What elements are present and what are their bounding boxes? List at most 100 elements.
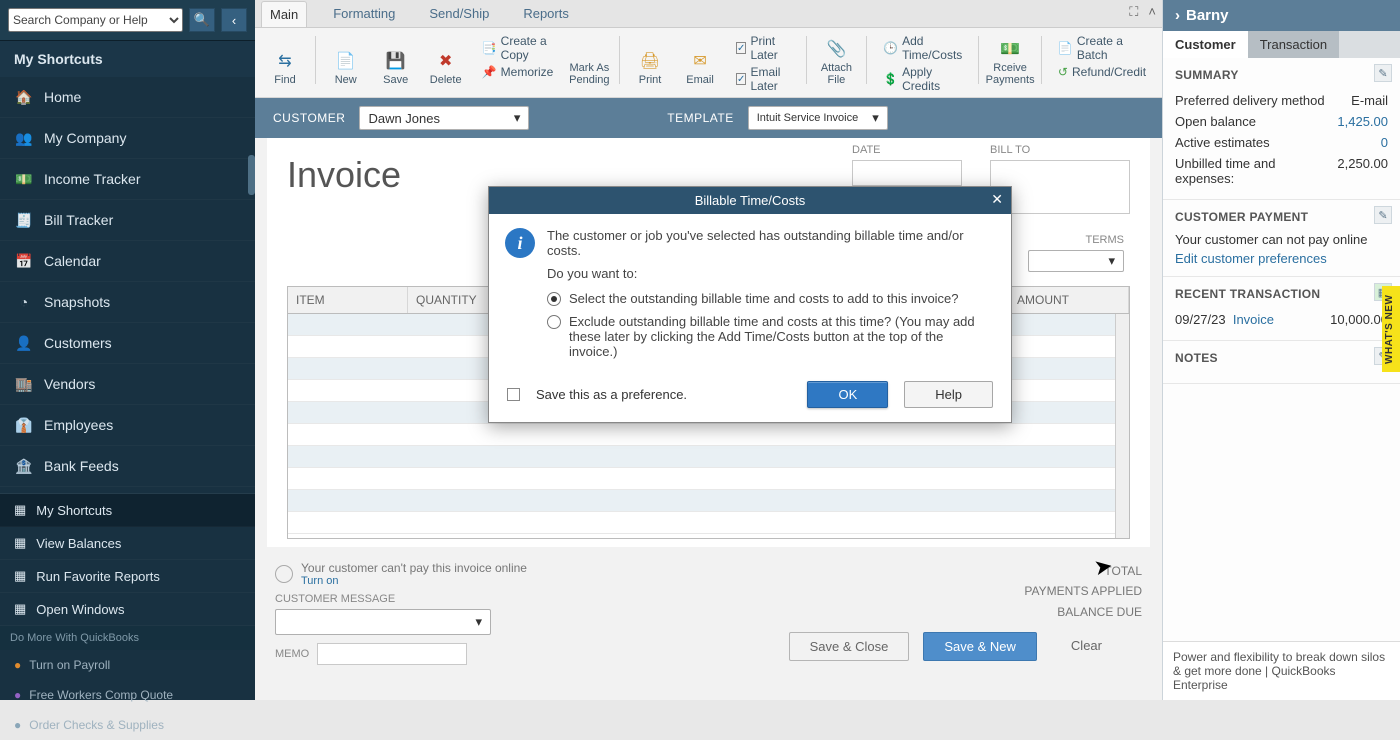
payment-status-icon xyxy=(275,565,293,583)
radio-icon xyxy=(547,315,561,329)
create-copy-button[interactable]: 📑Create a Copy xyxy=(482,34,554,62)
receive-payments-button[interactable]: 💵Rceive Payments xyxy=(987,32,1033,88)
find-button[interactable]: ⇆Find xyxy=(263,32,307,88)
memorize-button[interactable]: 📌Memorize xyxy=(482,65,554,79)
rp-tab-transaction[interactable]: Transaction xyxy=(1248,31,1339,58)
edit-summary-button[interactable]: ✎ xyxy=(1374,64,1392,82)
save-new-button[interactable]: Save & New xyxy=(923,632,1037,661)
dialog-help-button[interactable]: Help xyxy=(904,381,993,408)
promo-order-checks[interactable]: ●Order Checks & Supplies xyxy=(0,710,255,740)
print-button[interactable]: 🖨Print xyxy=(628,32,672,88)
tab-send-ship[interactable]: Send/Ship xyxy=(421,1,497,26)
sidebar-item-bill-tracker[interactable]: 🧾Bill Tracker xyxy=(0,200,255,241)
tab-main[interactable]: Main xyxy=(261,1,307,27)
rp-payment-section: ✎ CUSTOMER PAYMENT Your customer can not… xyxy=(1163,200,1400,277)
delete-button[interactable]: ✖Delete xyxy=(424,32,468,88)
income-icon: 💵 xyxy=(14,169,34,189)
payment-text: Your customer can not pay online xyxy=(1175,232,1388,247)
turn-on-link[interactable]: Turn on xyxy=(301,575,527,587)
money-icon: 💵 xyxy=(1000,39,1020,59)
dialog-titlebar[interactable]: Billable Time/Costs ✕ xyxy=(489,187,1011,214)
sidebar-bottom-view-balances[interactable]: ▦View Balances xyxy=(0,527,255,560)
sidebar-item-calendar[interactable]: 📅Calendar xyxy=(0,241,255,282)
bottom-tip: Power and flexibility to break down silo… xyxy=(1163,641,1400,700)
clear-button[interactable]: Clear xyxy=(1051,632,1122,661)
bill-icon: 🧾 xyxy=(14,210,34,230)
sidebar-item-home[interactable]: 🏠Home xyxy=(0,77,255,118)
refund-credit-button[interactable]: ↺Refund/Credit xyxy=(1058,65,1146,79)
dialog-message: The customer or job you've selected has … xyxy=(547,228,993,258)
sidebar-bottom-run-reports[interactable]: ▦Run Favorite Reports xyxy=(0,560,255,593)
copy-icon: 📑 xyxy=(482,41,497,55)
edit-preferences-link[interactable]: Edit customer preferences xyxy=(1175,251,1388,266)
memo-field[interactable] xyxy=(317,643,467,665)
chevron-down-icon: ▾ xyxy=(872,110,879,126)
right-panel-customer-name[interactable]: ›Barny xyxy=(1163,0,1400,31)
fullscreen-icon[interactable]: ⛶ xyxy=(1129,4,1138,20)
save-preference-checkbox[interactable] xyxy=(507,388,520,401)
save-close-button[interactable]: Save & Close xyxy=(789,632,910,661)
new-icon: 📄 xyxy=(336,51,356,71)
customer-dropdown[interactable]: Dawn Jones▾ xyxy=(359,106,529,130)
tab-formatting[interactable]: Formatting xyxy=(325,1,403,26)
terms-dropdown[interactable]: ▾ xyxy=(1028,250,1124,272)
print-later-toggle[interactable]: ✓Print Later xyxy=(736,34,790,62)
col-quantity[interactable]: QUANTITY xyxy=(408,287,498,313)
balance-due-label: BALANCE DUE xyxy=(789,602,1142,622)
chevron-right-icon: › xyxy=(1175,7,1180,24)
recent-title: RECENT TRANSACTION xyxy=(1175,287,1388,301)
clock-icon: 🕒 xyxy=(883,41,898,55)
template-dropdown[interactable]: Intuit Service Invoice▾ xyxy=(748,106,888,130)
add-time-costs-button[interactable]: 🕒Add Time/Costs xyxy=(883,34,962,62)
active-estimates-link[interactable]: 0 xyxy=(1381,135,1388,150)
billto-label: BILL TO xyxy=(990,144,1130,156)
collapse-sidebar-button[interactable]: ‹ xyxy=(221,8,247,32)
delete-icon: ✖ xyxy=(439,51,452,71)
apply-credits-button[interactable]: 💲Apply Credits xyxy=(883,65,962,93)
checks-icon: ● xyxy=(14,718,21,732)
recent-invoice-link[interactable]: Invoice xyxy=(1233,312,1274,327)
sidebar-item-my-company[interactable]: 👥My Company xyxy=(0,118,255,159)
tab-reports[interactable]: Reports xyxy=(515,1,577,26)
search-input[interactable]: Search Company or Help xyxy=(8,8,183,32)
date-field[interactable] xyxy=(852,160,962,186)
save-button[interactable]: 💾Save xyxy=(374,32,418,88)
dialog-ok-button[interactable]: OK xyxy=(807,381,888,408)
sidebar-item-vendors[interactable]: 🏬Vendors xyxy=(0,364,255,405)
sidebar-scrollbar[interactable] xyxy=(248,155,255,195)
search-button[interactable]: 🔍 xyxy=(189,8,215,32)
whats-new-tab[interactable]: WHAT'S NEW xyxy=(1382,286,1400,372)
promo-turn-on-payroll[interactable]: ●Turn on Payroll xyxy=(0,650,255,680)
home-icon: 🏠 xyxy=(14,87,34,107)
create-batch-button[interactable]: 📄Create a Batch xyxy=(1058,34,1146,62)
customer-message-dropdown[interactable]: ▾ xyxy=(275,609,491,635)
bank-icon: 🏦 xyxy=(14,456,34,476)
new-button[interactable]: 📄New xyxy=(324,32,368,88)
open-balance-link[interactable]: 1,425.00 xyxy=(1337,114,1388,129)
email-icon: ✉ xyxy=(693,51,706,71)
option-exclude-billable[interactable]: Exclude outstanding billable time and co… xyxy=(547,314,993,359)
grid-scrollbar[interactable] xyxy=(1115,314,1129,538)
chevron-up-icon[interactable]: ˄ xyxy=(1148,4,1156,20)
sidebar-item-customers[interactable]: 👤Customers xyxy=(0,323,255,364)
sidebar-item-employees[interactable]: 👔Employees xyxy=(0,405,255,446)
email-button[interactable]: ✉Email xyxy=(678,32,722,88)
rp-tab-customer[interactable]: Customer xyxy=(1163,31,1248,58)
promo-workers-comp[interactable]: ●Free Workers Comp Quote xyxy=(0,680,255,710)
sidebar-bottom-my-shortcuts[interactable]: ▦My Shortcuts xyxy=(0,494,255,527)
email-later-toggle[interactable]: ✓Email Later xyxy=(736,65,790,93)
mark-pending-button[interactable]: Mark As Pending xyxy=(567,32,611,88)
edit-payment-button[interactable]: ✎ xyxy=(1374,206,1392,224)
sidebar-item-income-tracker[interactable]: 💵Income Tracker xyxy=(0,159,255,200)
col-amount[interactable]: AMOUNT xyxy=(1009,287,1129,313)
customer-template-bar: CUSTOMER Dawn Jones▾ TEMPLATE Intuit Ser… xyxy=(255,98,1162,138)
col-item[interactable]: ITEM xyxy=(288,287,408,313)
dialog-prompt: Do you want to: xyxy=(547,266,993,281)
option-select-billable[interactable]: Select the outstanding billable time and… xyxy=(547,291,993,306)
sidebar-item-snapshots[interactable]: ◔Snapshots xyxy=(0,282,255,323)
sidebar-bottom-open-windows[interactable]: ▦Open Windows xyxy=(0,593,255,626)
total-label: TOTAL xyxy=(789,561,1142,581)
dialog-close-button[interactable]: ✕ xyxy=(991,191,1003,208)
attach-file-button[interactable]: 📎Attach File xyxy=(814,32,858,88)
sidebar-item-bank-feeds[interactable]: 🏦Bank Feeds xyxy=(0,446,255,487)
